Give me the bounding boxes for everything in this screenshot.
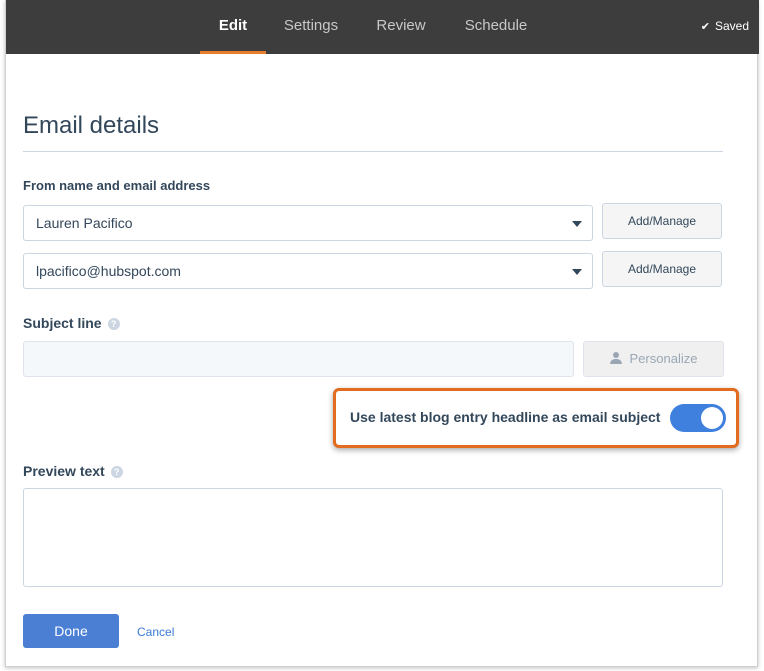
question-circle-icon[interactable]: ? bbox=[107, 318, 120, 330]
top-navigation-bar: Edit Settings Review Schedule ✔ Saved bbox=[6, 0, 759, 54]
saved-status: ✔ Saved bbox=[701, 0, 749, 54]
from-label: From name and email address bbox=[23, 178, 211, 193]
done-button[interactable]: Done bbox=[23, 614, 119, 648]
email-editor-window: Edit Settings Review Schedule ✔ Saved Ema… bbox=[5, 0, 759, 667]
from-name-value: Lauren Pacifico bbox=[36, 215, 133, 231]
from-email-select[interactable]: lpacifico@hubspot.com bbox=[23, 253, 593, 289]
from-name-select[interactable]: Lauren Pacifico bbox=[23, 205, 593, 241]
caret-down-icon bbox=[572, 269, 582, 275]
title-divider bbox=[23, 151, 723, 152]
check-icon: ✔ bbox=[700, 21, 710, 33]
tab-settings[interactable]: Settings bbox=[278, 0, 344, 54]
personalize-label: Personalize bbox=[629, 351, 698, 366]
subject-label: Subject line bbox=[23, 315, 102, 331]
preview-label-row: Preview text? bbox=[23, 463, 123, 479]
from-email-value: lpacifico@hubspot.com bbox=[36, 263, 181, 279]
page-title: Email details bbox=[23, 112, 160, 139]
subject-input[interactable] bbox=[23, 341, 574, 377]
subject-label-row: Subject line? bbox=[23, 315, 120, 331]
toggle-knob bbox=[701, 407, 723, 429]
toggle-label: Use latest blog entry headline as email … bbox=[350, 409, 661, 425]
blog-headline-toggle[interactable] bbox=[670, 404, 726, 432]
tab-schedule[interactable]: Schedule bbox=[458, 0, 534, 54]
saved-label: Saved bbox=[714, 19, 749, 33]
cancel-link[interactable]: Cancel bbox=[137, 625, 174, 639]
caret-down-icon bbox=[572, 221, 582, 227]
personalize-button[interactable]: Personalize bbox=[583, 341, 724, 377]
tab-review[interactable]: Review bbox=[368, 0, 434, 54]
blog-headline-toggle-highlight: Use latest blog entry headline as email … bbox=[333, 388, 739, 448]
preview-label: Preview text bbox=[23, 463, 105, 479]
add-manage-name-button[interactable]: Add/Manage bbox=[602, 203, 722, 239]
person-icon bbox=[609, 352, 622, 364]
question-circle-icon[interactable]: ? bbox=[110, 466, 123, 478]
preview-text-area[interactable] bbox=[23, 488, 723, 587]
tab-edit[interactable]: Edit bbox=[200, 0, 266, 54]
add-manage-email-button[interactable]: Add/Manage bbox=[602, 251, 722, 287]
